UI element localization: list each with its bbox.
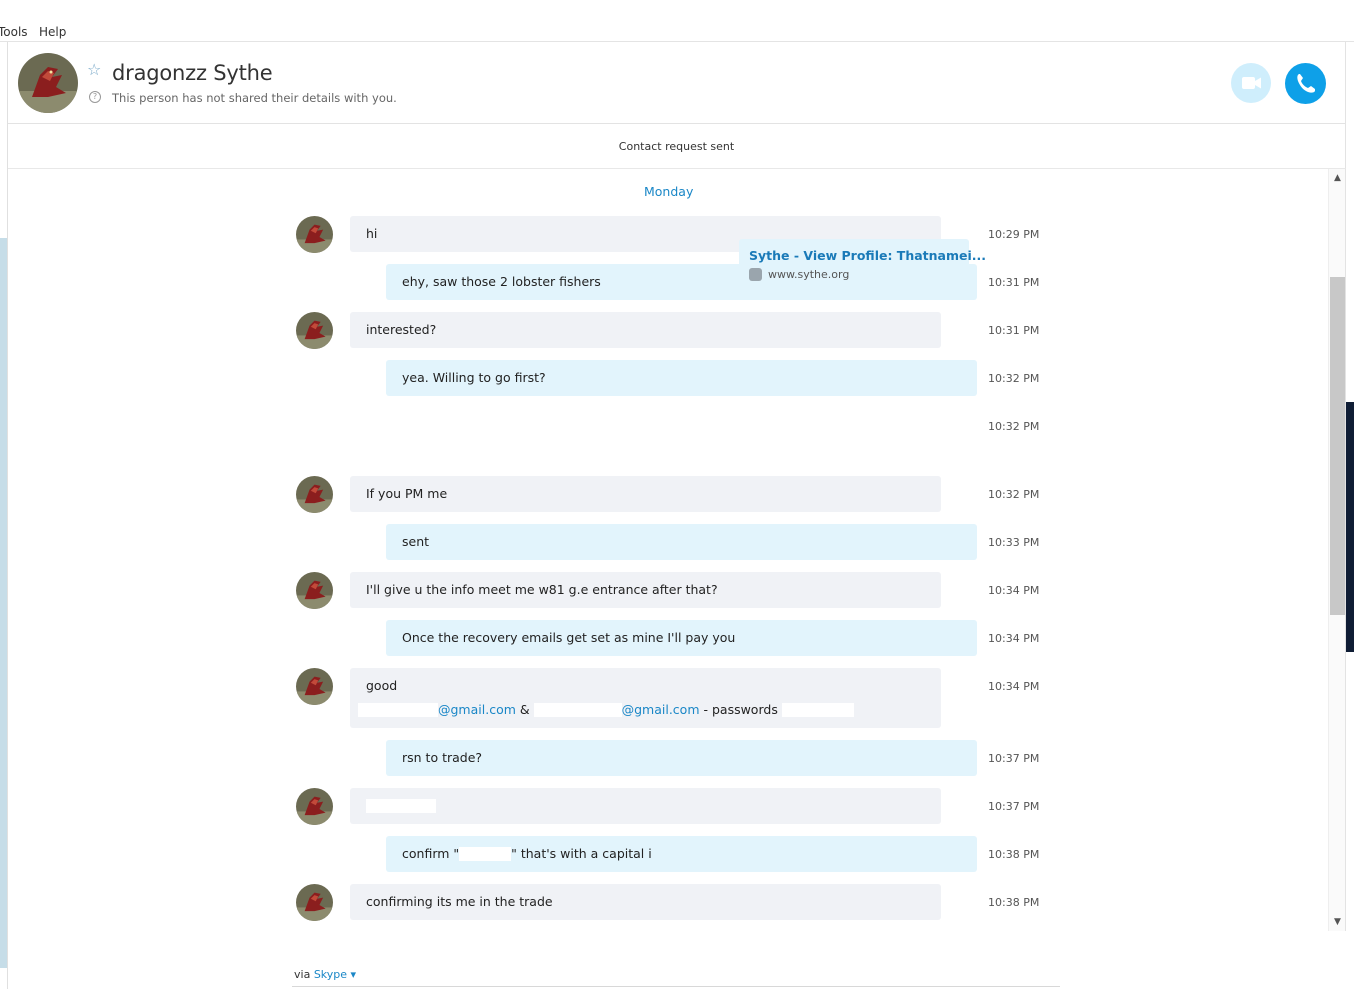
redacted-text [358,703,438,717]
incoming-message[interactable]: I'll give u the info meet me w81 g.e ent… [350,572,941,608]
redacted-text [459,847,512,861]
menu-help[interactable]: Help [39,25,66,39]
message-text: hi [366,226,378,241]
message-time: 10:29 PM [988,228,1040,241]
compose-divider [292,986,1060,987]
menu-bar: Tools Help [0,0,1354,42]
audio-call-button[interactable] [1285,63,1326,104]
scroll-up-arrow-icon[interactable]: ▲ [1329,170,1346,186]
via-app-name: Skype [313,968,348,981]
via-skype-link[interactable]: Skype ▾ [314,968,356,981]
chat-header: ☆ dragonzz Sythe ? This person has not s… [8,42,1346,124]
via-label: via Skype ▾ [294,968,356,981]
request-status-text: Contact request sent [618,140,735,153]
message-time: 10:33 PM [988,536,1040,549]
message-time: 10:32 PM [988,372,1040,385]
message-text: sent [402,534,430,549]
message-time: 10:31 PM [988,276,1040,289]
message-text: rsn to trade? [402,750,483,765]
message-time: 10:34 PM [988,680,1040,693]
link-preview-url: www.sythe.org [749,268,959,281]
message-text: If you PM me [366,486,448,501]
message-time: 10:32 PM [988,420,1040,433]
incoming-message[interactable]: good @gmail.com & @gmail.com - passwords [350,668,941,728]
sender-avatar[interactable] [296,572,333,609]
sender-avatar[interactable] [296,216,333,253]
scrollbar-thumb[interactable] [1330,277,1345,615]
message-text: yea. Willing to go first? [402,370,546,385]
menu-tools[interactable]: Tools [0,25,28,39]
day-divider: Monday [644,184,694,199]
outgoing-message[interactable]: confirm " " that's with a capital i [386,836,977,872]
phone-icon [1297,74,1315,93]
video-camera-icon [1242,77,1261,89]
sender-avatar[interactable] [296,788,333,825]
ampersand-text: & [519,702,530,717]
message-time: 10:38 PM [988,848,1040,861]
outgoing-message[interactable]: yea. Willing to go first? [386,360,977,396]
message-time: 10:32 PM [988,488,1040,501]
sender-avatar[interactable] [296,312,333,349]
video-call-button[interactable] [1231,63,1271,103]
message-time: 10:34 PM [988,584,1040,597]
message-time: 10:37 PM [988,800,1040,813]
question-icon: ? [89,91,101,103]
sender-avatar[interactable] [296,668,333,705]
via-text: via [294,968,311,981]
contact-avatar[interactable] [18,53,78,113]
redacted-text [366,799,436,813]
message-time: 10:31 PM [988,324,1040,337]
passwords-text: - passwords [703,702,778,717]
email-link[interactable]: @gmail.com [622,702,700,717]
sender-avatar[interactable] [296,476,333,513]
favorite-star-icon[interactable]: ☆ [87,62,101,78]
contact-subtitle: This person has not shared their details… [112,91,397,105]
redacted-text [781,703,854,717]
left-panel-edge [0,238,7,968]
outgoing-message[interactable]: rsn to trade? [386,740,977,776]
scroll-down-arrow-icon[interactable]: ▼ [1329,914,1346,930]
link-url-text: www.sythe.org [768,268,850,281]
message-time: 10:37 PM [988,752,1040,765]
incoming-message[interactable] [350,788,941,824]
incoming-message[interactable]: confirming its me in the trade [350,884,941,920]
incoming-message[interactable]: If you PM me [350,476,941,512]
message-text: Once the recovery emails get set as mine… [402,630,736,645]
outgoing-message[interactable]: Once the recovery emails get set as mine… [386,620,977,656]
email-link[interactable]: @gmail.com [438,702,516,717]
outgoing-message[interactable]: sent [386,524,977,560]
message-second-line: @gmail.com & @gmail.com - passwords [358,702,925,718]
message-text: ehy, saw those 2 lobster fishers [402,274,601,289]
message-text: good [366,678,398,693]
contact-request-banner: Contact request sent [8,124,1346,169]
message-text: interested? [366,322,437,337]
redacted-text [533,703,622,717]
link-preview-title[interactable]: Sythe - View Profile: Thatnamei... [749,248,986,263]
message-text: confirming its me in the trade [366,894,553,909]
message-text: I'll give u the info meet me w81 g.e ent… [366,582,718,597]
link-preview-card[interactable]: Sythe - View Profile: Thatnamei... www.s… [739,239,986,295]
shield-icon [749,268,762,281]
incoming-message[interactable]: interested? [350,312,941,348]
message-text: " that's with a capital i [511,846,652,861]
background-window-edge [1346,402,1354,652]
message-time: 10:38 PM [988,896,1040,909]
message-time: 10:34 PM [988,632,1040,645]
message-text: confirm " [402,846,460,861]
contact-name: dragonzz Sythe [112,61,273,85]
sender-avatar[interactable] [296,884,333,921]
